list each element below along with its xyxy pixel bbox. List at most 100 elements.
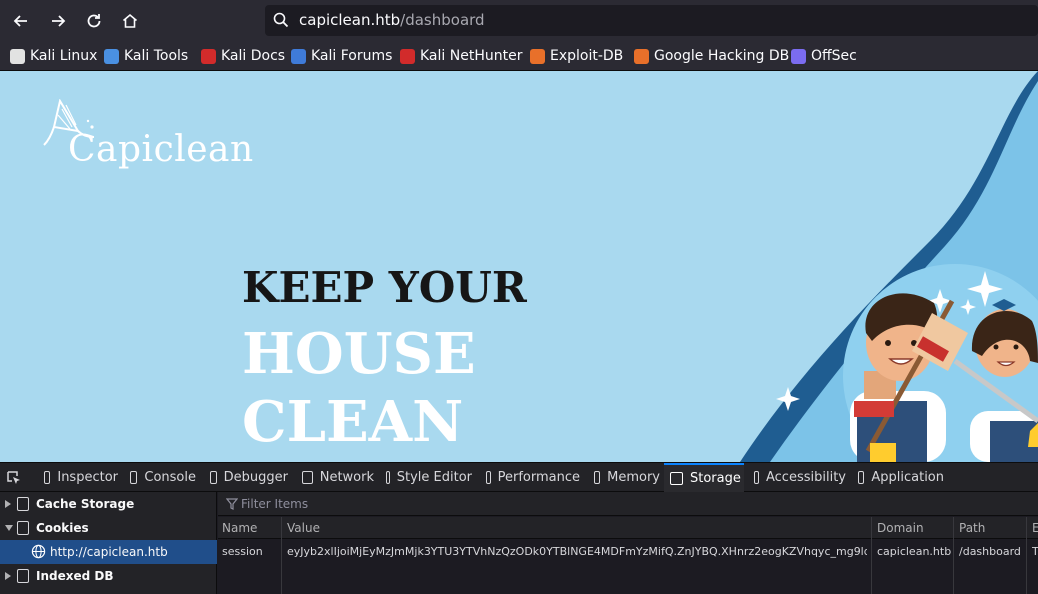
tab-network[interactable]: Network — [296, 463, 374, 492]
browser-toolbar: capiclean.htb/dashboard — [0, 0, 1038, 41]
tree-label: Cache Storage — [36, 497, 135, 511]
kali-forums-icon — [291, 48, 306, 64]
hero-heading-line3: CLEAN — [242, 389, 464, 455]
bookmark-label: OffSec — [811, 48, 857, 64]
filter-input[interactable]: Filter Items — [241, 497, 308, 511]
performance-icon — [486, 471, 491, 484]
kali-docs-icon — [201, 48, 216, 64]
tree-item-cache-storage[interactable]: Cache Storage — [0, 492, 217, 516]
reload-button[interactable] — [81, 8, 107, 34]
tree-label: Indexed DB — [36, 569, 114, 583]
cookies-table-panel: Filter Items Name Value Domain Path E se… — [218, 492, 1038, 594]
tab-accessibility[interactable]: Accessibility — [748, 463, 846, 492]
tab-label: Console — [144, 470, 196, 485]
column-header-path[interactable]: Path — [959, 521, 985, 535]
expand-arrow-icon — [5, 500, 11, 508]
globe-icon — [31, 544, 46, 559]
element-picker-icon — [7, 470, 20, 484]
tab-label: Inspector — [57, 470, 118, 485]
collapse-arrow-icon — [5, 525, 13, 531]
tab-label: Memory — [607, 470, 660, 485]
storage-tree: Cache Storage Cookies http://capiclean.h… — [0, 492, 217, 594]
bookmarks-bar: Kali Linux Kali Tools Kali Docs Kali Forums… — [0, 41, 1038, 71]
filter-icon — [226, 498, 238, 510]
debugger-icon — [210, 471, 217, 484]
site-logo[interactable]: Capiclean — [68, 129, 254, 170]
accessibility-icon — [754, 471, 759, 484]
tab-label: Performance — [497, 470, 580, 485]
memory-icon — [594, 471, 601, 484]
console-icon — [130, 471, 138, 484]
bookmark-kali-dragon[interactable]: Kali Linux — [10, 47, 97, 65]
kali-tools-icon — [104, 48, 119, 64]
database-icon — [17, 497, 29, 511]
bookmark-ghdb[interactable]: Google Hacking DB — [634, 47, 789, 65]
url-bar[interactable]: capiclean.htb/dashboard — [265, 5, 1038, 36]
bookmark-label: Kali Linux — [30, 48, 98, 64]
tree-label: http://capiclean.htb — [50, 545, 168, 559]
bookmark-kali-nethunter[interactable]: Kali NetHunter — [400, 47, 522, 65]
tab-application[interactable]: Application — [852, 463, 944, 492]
tab-inspector[interactable]: Inspector — [38, 463, 118, 492]
filter-bar[interactable]: Filter Items — [218, 492, 1038, 516]
network-icon — [302, 471, 313, 484]
column-header-value[interactable]: Value — [287, 521, 320, 535]
bookmark-kali-docs[interactable]: Kali Docs — [201, 47, 285, 65]
tab-label: Application — [871, 470, 944, 485]
tab-memory[interactable]: Memory — [588, 463, 660, 492]
tab-debugger[interactable]: Debugger — [204, 463, 288, 492]
application-icon — [858, 471, 865, 484]
bookmark-label: Kali Tools — [124, 48, 189, 64]
kali-dragon-icon — [10, 48, 25, 64]
tab-label: Accessibility — [766, 470, 846, 485]
bookmark-label: Kali Forums — [311, 48, 393, 64]
tab-storage[interactable]: Storage — [664, 463, 744, 492]
style-editor-icon — [386, 471, 390, 484]
url-text: capiclean.htb/dashboard — [299, 11, 485, 29]
exploit-db-icon — [530, 48, 545, 64]
bookmark-offsec[interactable]: OffSec — [791, 47, 857, 65]
expand-arrow-icon — [5, 572, 11, 580]
column-header-name[interactable]: Name — [222, 521, 257, 535]
tree-label: Cookies — [36, 521, 89, 535]
bookmark-kali-tools[interactable]: Kali Tools — [104, 47, 188, 65]
arrow-right-icon — [52, 15, 66, 27]
hero-heading-line1: KEEP YOUR — [242, 263, 527, 312]
column-header-domain[interactable]: Domain — [877, 521, 924, 535]
tab-label: Debugger — [223, 470, 288, 485]
home-icon — [122, 13, 138, 28]
tree-item-cookie-host[interactable]: http://capiclean.htb — [0, 540, 217, 564]
offsec-icon — [791, 48, 806, 64]
back-button[interactable] — [8, 8, 34, 34]
tree-item-cookies[interactable]: Cookies — [0, 516, 217, 540]
tree-item-indexed-db[interactable]: Indexed DB — [0, 564, 217, 588]
cookie-expires: T — [1032, 545, 1038, 558]
home-button[interactable] — [117, 8, 143, 34]
tab-label: Style Editor — [396, 470, 472, 485]
arrow-left-icon — [13, 15, 27, 27]
ghdb-icon — [634, 48, 649, 64]
devtools-tab-strip: Inspector Console Debugger Network Style Edi… — [0, 462, 1038, 492]
hero-heading-line2: HOUSE — [242, 321, 476, 387]
column-header-expires[interactable]: E — [1032, 521, 1038, 535]
tab-console[interactable]: Console — [124, 463, 196, 492]
tab-label: Storage — [690, 471, 741, 486]
storage-icon — [670, 472, 683, 485]
page-viewport: Capiclean KEEP YOUR HOUSE CLEAN — [0, 71, 1038, 462]
bookmark-label: Exploit-DB — [550, 48, 624, 64]
element-picker-button[interactable] — [6, 463, 22, 492]
table-row[interactable]: session eyJyb2xlIjoiMjEyMzJmMjk3YTU3YTVh… — [218, 540, 1038, 564]
tab-performance[interactable]: Performance — [480, 463, 580, 492]
tab-label: Network — [319, 470, 374, 485]
database-icon — [17, 569, 29, 583]
url-path: /dashboard — [400, 11, 485, 29]
search-icon — [273, 12, 289, 28]
url-host: capiclean.htb — [299, 11, 401, 29]
bookmark-exploit-db[interactable]: Exploit-DB — [530, 47, 623, 65]
table-header: Name Value Domain Path E — [218, 517, 1038, 539]
forward-button[interactable] — [45, 8, 71, 34]
bookmark-kali-forums[interactable]: Kali Forums — [291, 47, 392, 65]
tab-style-editor[interactable]: Style Editor — [380, 463, 472, 492]
cookie-value: eyJyb2xlIjoiMjEyMzJmMjk3YTU3YTVhNzQzODk0… — [287, 545, 867, 558]
cookie-domain: capiclean.htb — [877, 545, 951, 558]
